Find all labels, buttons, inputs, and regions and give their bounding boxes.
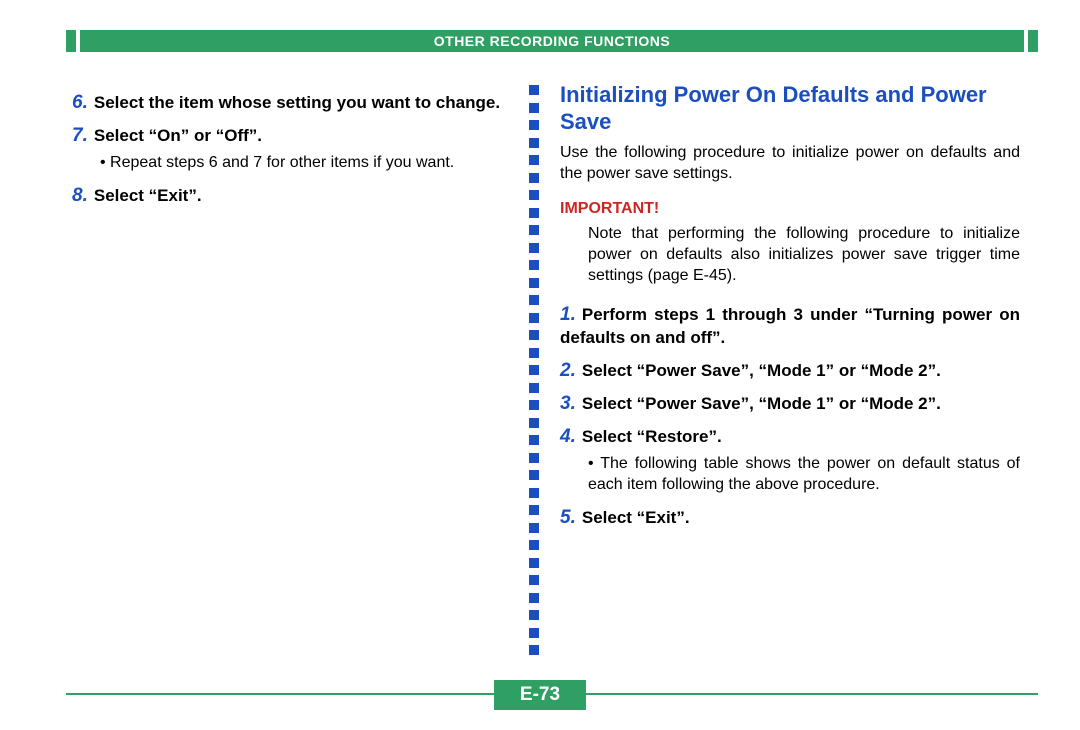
page-number: E-73	[494, 680, 586, 710]
step-2: 2.Select “Power Save”, “Mode 1” or “Mode…	[560, 358, 1020, 383]
step-3: 3.Select “Power Save”, “Mode 1” or “Mode…	[560, 391, 1020, 416]
step-7-sub: Repeat steps 6 and 7 for other items if …	[100, 152, 512, 173]
step-number: 4.	[560, 426, 582, 447]
step-text: Select “Exit”.	[94, 186, 202, 205]
step-number: 3.	[560, 393, 582, 414]
step-8: 8.Select “Exit”.	[72, 183, 512, 208]
step-text: Select “Restore”.	[582, 427, 722, 446]
manual-page: OTHER RECORDING FUNCTIONS 6.Select the i…	[0, 0, 1080, 730]
step-7: 7.Select “On” or “Off”.	[72, 123, 512, 148]
step-text: Select “Exit”.	[582, 508, 690, 527]
step-number: 8.	[72, 185, 94, 206]
step-text: Select “On” or “Off”.	[94, 126, 262, 145]
important-body: Note that performing the following proce…	[588, 223, 1020, 286]
right-column: Initializing Power On Defaults and Power…	[560, 82, 1020, 534]
step-1: 1.Perform steps 1 through 3 under “Turni…	[560, 302, 1020, 350]
header-ear-left	[66, 30, 76, 52]
step-number: 2.	[560, 360, 582, 381]
header-band: OTHER RECORDING FUNCTIONS	[66, 30, 1038, 52]
step-4-sub: The following table shows the power on d…	[588, 453, 1020, 495]
step-text: Select “Power Save”, “Mode 1” or “Mode 2…	[582, 361, 941, 380]
header-title: OTHER RECORDING FUNCTIONS	[80, 30, 1024, 52]
section-title: Initializing Power On Defaults and Power…	[560, 82, 1020, 136]
important-label: IMPORTANT!	[560, 198, 1020, 219]
step-text: Perform steps 1 through 3 under “Turning…	[560, 305, 1020, 347]
step-number: 6.	[72, 92, 94, 113]
step-number: 5.	[560, 507, 582, 528]
step-number: 7.	[72, 125, 94, 146]
center-divider	[529, 85, 541, 655]
section-intro: Use the following procedure to initializ…	[560, 142, 1020, 184]
step-5: 5.Select “Exit”.	[560, 505, 1020, 530]
step-4: 4.Select “Restore”.	[560, 424, 1020, 449]
step-text: Select the item whose setting you want t…	[94, 93, 500, 112]
step-text: Select “Power Save”, “Mode 1” or “Mode 2…	[582, 394, 941, 413]
step-6: 6.Select the item whose setting you want…	[72, 90, 512, 115]
left-column: 6.Select the item whose setting you want…	[72, 82, 512, 212]
header-ear-right	[1028, 30, 1038, 52]
step-number: 1.	[560, 304, 582, 325]
